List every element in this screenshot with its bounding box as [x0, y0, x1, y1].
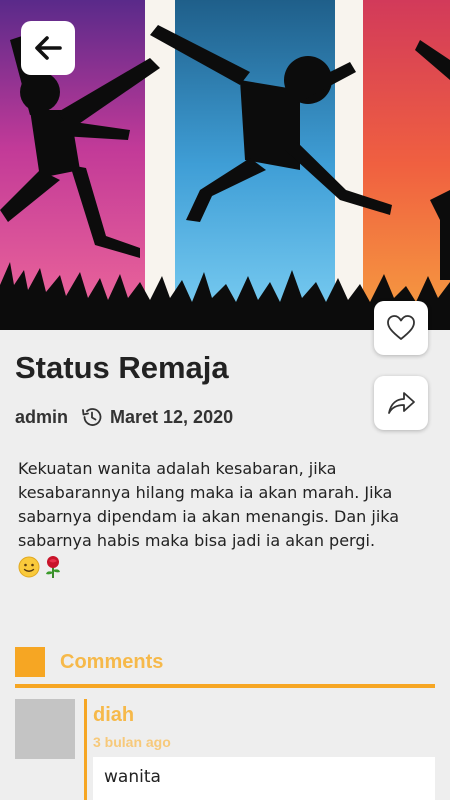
back-button[interactable]	[21, 21, 75, 75]
comment-text: wanita	[93, 757, 435, 800]
share-button[interactable]	[374, 376, 428, 430]
post-date: Maret 12, 2020	[110, 406, 234, 427]
comment-accent-bar	[84, 699, 87, 800]
post-body-text: Kekuatan wanita adalah kesabaran, jika k…	[18, 459, 400, 550]
share-arrow-icon	[385, 387, 417, 419]
history-clock-icon	[80, 405, 104, 429]
comments-heading: Comments	[60, 651, 164, 673]
rose-emoji	[42, 555, 64, 579]
comment-item: diah 3 bulan ago wanita	[15, 699, 435, 800]
comments-header: Comments	[15, 646, 435, 688]
comments-marker	[15, 647, 45, 677]
slightly-smiling-face-emoji	[18, 556, 40, 578]
page-title: Status Remaja	[15, 350, 229, 385]
heart-outline-icon	[385, 312, 417, 344]
comment-time: 3 bulan ago	[93, 734, 171, 750]
arrow-left-icon	[32, 32, 64, 64]
like-button[interactable]	[374, 301, 428, 355]
post-body-emojis	[18, 555, 428, 579]
post-meta: admin Maret 12, 2020	[15, 405, 233, 429]
comment-author[interactable]: diah	[93, 704, 134, 727]
post-body: Kekuatan wanita adalah kesabaran, jika k…	[18, 457, 428, 579]
avatar[interactable]	[15, 699, 75, 759]
post-author: admin	[15, 406, 69, 427]
